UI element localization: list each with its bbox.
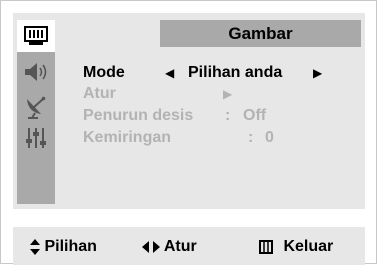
menu-row-tilt[interactable]: Kemiringan : 0 (83, 127, 283, 149)
satellite-dish-icon (27, 96, 46, 119)
menu-icon (259, 239, 273, 254)
menu-row-mode[interactable]: Mode ◀ Pilihan anda ▶ (83, 62, 353, 84)
mode-value: Pilihan anda (188, 64, 283, 81)
noise-reduction-separator: : (225, 107, 231, 124)
help-adjust: Atur (142, 237, 197, 257)
tilt-value: 0 (265, 129, 274, 146)
tv-osd-window: Gambar Mode ◀ Pilihan anda ▶ Atur ▶ Penu… (0, 0, 377, 265)
atur-label: Atur (83, 85, 116, 102)
sidebar-item-sound[interactable] (17, 56, 55, 88)
tilt-separator: : (248, 129, 254, 146)
up-down-arrows-icon (30, 238, 40, 255)
help-exit: Keluar (259, 237, 333, 257)
help-exit-label: Keluar (283, 238, 334, 255)
help-select-label: Pilihan (44, 238, 97, 255)
menu-row-atur[interactable]: Atur ▶ (83, 83, 283, 105)
tilt-label: Kemiringan (83, 129, 172, 146)
help-select: Pilihan (30, 237, 97, 257)
sidebar-item-setup[interactable] (17, 122, 55, 154)
speaker-icon (25, 63, 47, 81)
mode-label: Mode (83, 64, 125, 81)
menu-panel: Gambar Mode ◀ Pilihan anda ▶ Atur ▶ Penu… (13, 13, 365, 209)
noise-reduction-label: Penurun desis (83, 107, 194, 124)
settings-sliders-icon (26, 128, 46, 148)
sidebar-item-picture[interactable] (17, 20, 55, 52)
menu-header: Gambar (160, 20, 361, 47)
menu-title: Gambar (228, 24, 293, 43)
arrow-right-icon[interactable]: ▶ (313, 62, 322, 84)
menu-row-noise-reduction[interactable]: Penurun desis : Off (83, 105, 283, 127)
arrow-right-icon: ▶ (223, 87, 233, 101)
sidebar-item-channel[interactable] (17, 90, 55, 122)
picture-icon (24, 26, 48, 45)
left-right-arrows-icon (142, 240, 160, 253)
help-bar: Pilihan Atur Keluar (13, 227, 365, 265)
menu-sidebar (17, 20, 55, 204)
arrow-left-icon[interactable]: ◀ (165, 62, 174, 84)
help-adjust-label: Atur (163, 238, 197, 255)
noise-reduction-value: Off (243, 107, 267, 124)
